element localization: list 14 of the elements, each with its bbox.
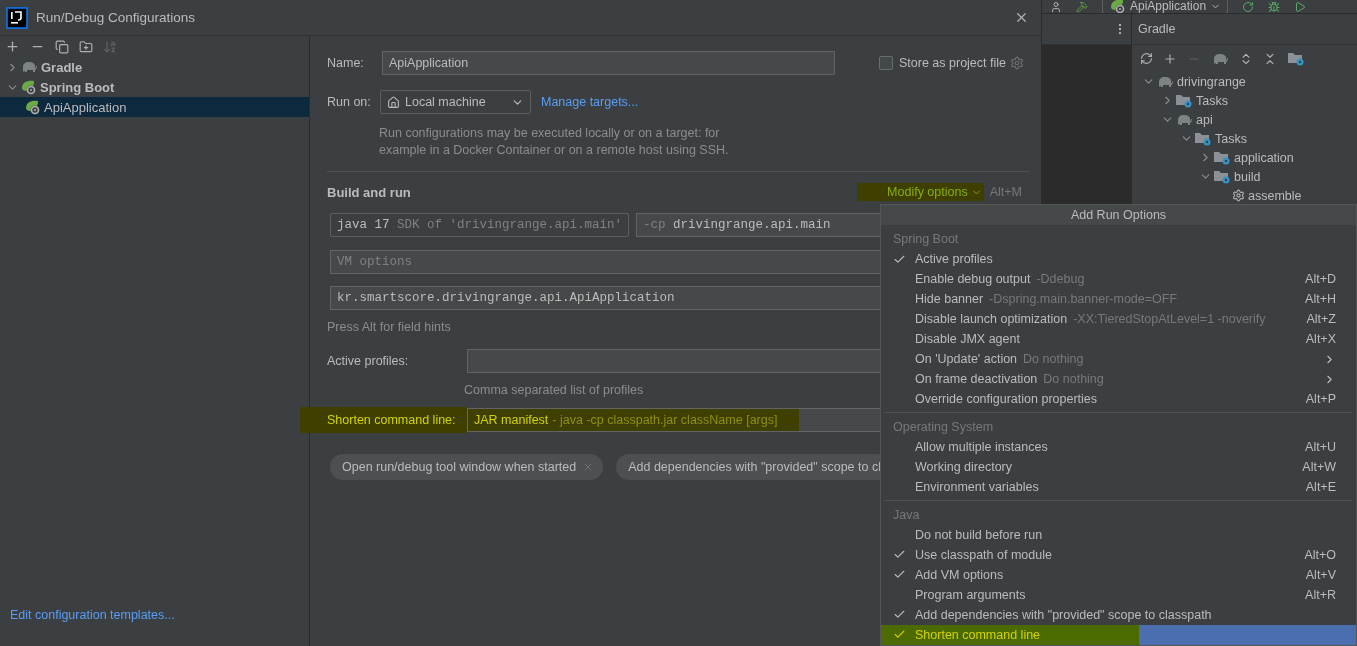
name-label: Name: — [327, 56, 365, 70]
window-title: Run/Debug Configurations — [36, 10, 197, 25]
field-hint: Press Alt for field hints — [327, 319, 451, 336]
profiles-hint: Comma separated list of profiles — [464, 382, 644, 399]
shorten-label: Shorten command line: — [300, 407, 467, 433]
run-on-label: Run on: — [327, 95, 372, 109]
help-text: Run configurations may be executed locally or on a target: for example in a Docker Container or on a remote host using SSH. — [379, 125, 730, 159]
group-title: Java — [892, 507, 921, 524]
active-profiles-label: Active profiles: — [327, 354, 410, 368]
popup-title: Add Run Options — [881, 205, 1356, 226]
shortcut-text: Alt+M — [989, 185, 1022, 199]
checkbox-label: Store as project file — [899, 56, 1006, 70]
section-title: Build and run — [327, 184, 411, 200]
panel-title: Gradle — [1132, 14, 1357, 45]
